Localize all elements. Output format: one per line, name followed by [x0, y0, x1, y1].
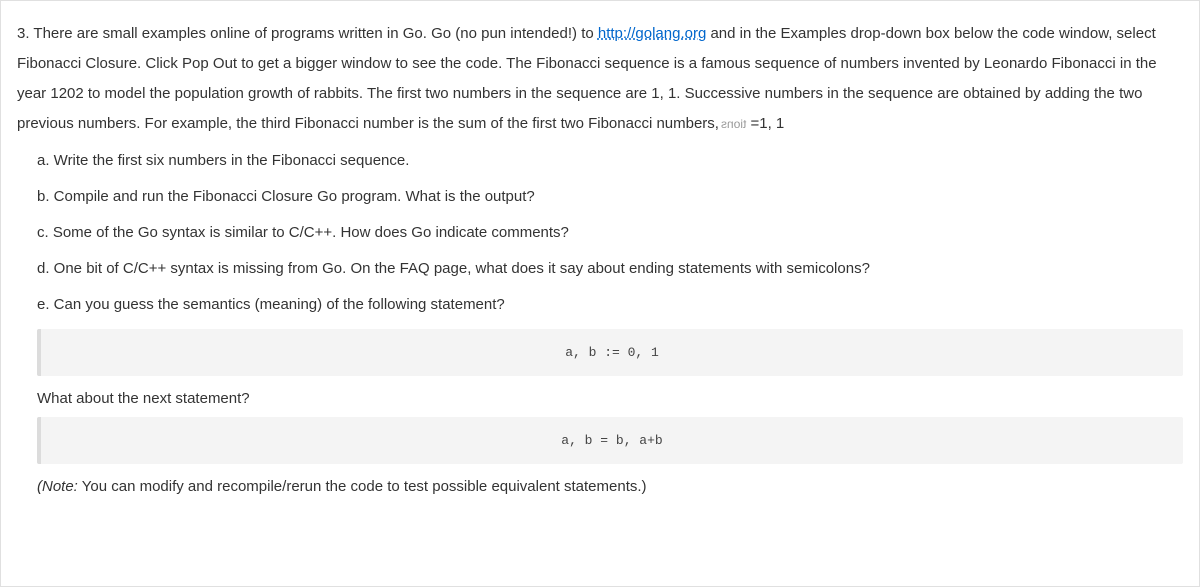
golang-link[interactable]: http://golang.org [598, 25, 706, 42]
code-block-1: a, b := 0, 1 [37, 329, 1183, 376]
item-e: e. Can you guess the semantics (meaning)… [37, 293, 1183, 317]
code-block-1-wrap: a, b := 0, 1 [37, 329, 1183, 376]
item-d: d. One bit of C/C++ syntax is missing fr… [37, 257, 1183, 281]
note: (Note: You can modify and recompile/reru… [37, 478, 1183, 495]
code-block-2: a, b = b, a+b [37, 417, 1183, 464]
watermark-text: tions [721, 112, 746, 136]
page-container: 3. There are small examples online of pr… [0, 0, 1200, 587]
note-body: You can modify and recompile/rerun the c… [78, 478, 647, 495]
code-block-2-wrap: a, b = b, a+b [37, 417, 1183, 464]
question-intro: 3. There are small examples online of pr… [17, 19, 1183, 139]
note-label: (Note: [37, 478, 78, 495]
item-b: b. Compile and run the Fibonacci Closure… [37, 185, 1183, 209]
intro-tail: =1, 1 [746, 115, 784, 132]
intro-text-pre: There are small examples online of progr… [33, 25, 597, 42]
question-number: 3. [17, 25, 30, 42]
sub-items: a. Write the first six numbers in the Fi… [37, 149, 1183, 495]
item-c: c. Some of the Go syntax is similar to C… [37, 221, 1183, 245]
item-a: a. Write the first six numbers in the Fi… [37, 149, 1183, 173]
follow-up-text: What about the next statement? [37, 390, 1183, 407]
